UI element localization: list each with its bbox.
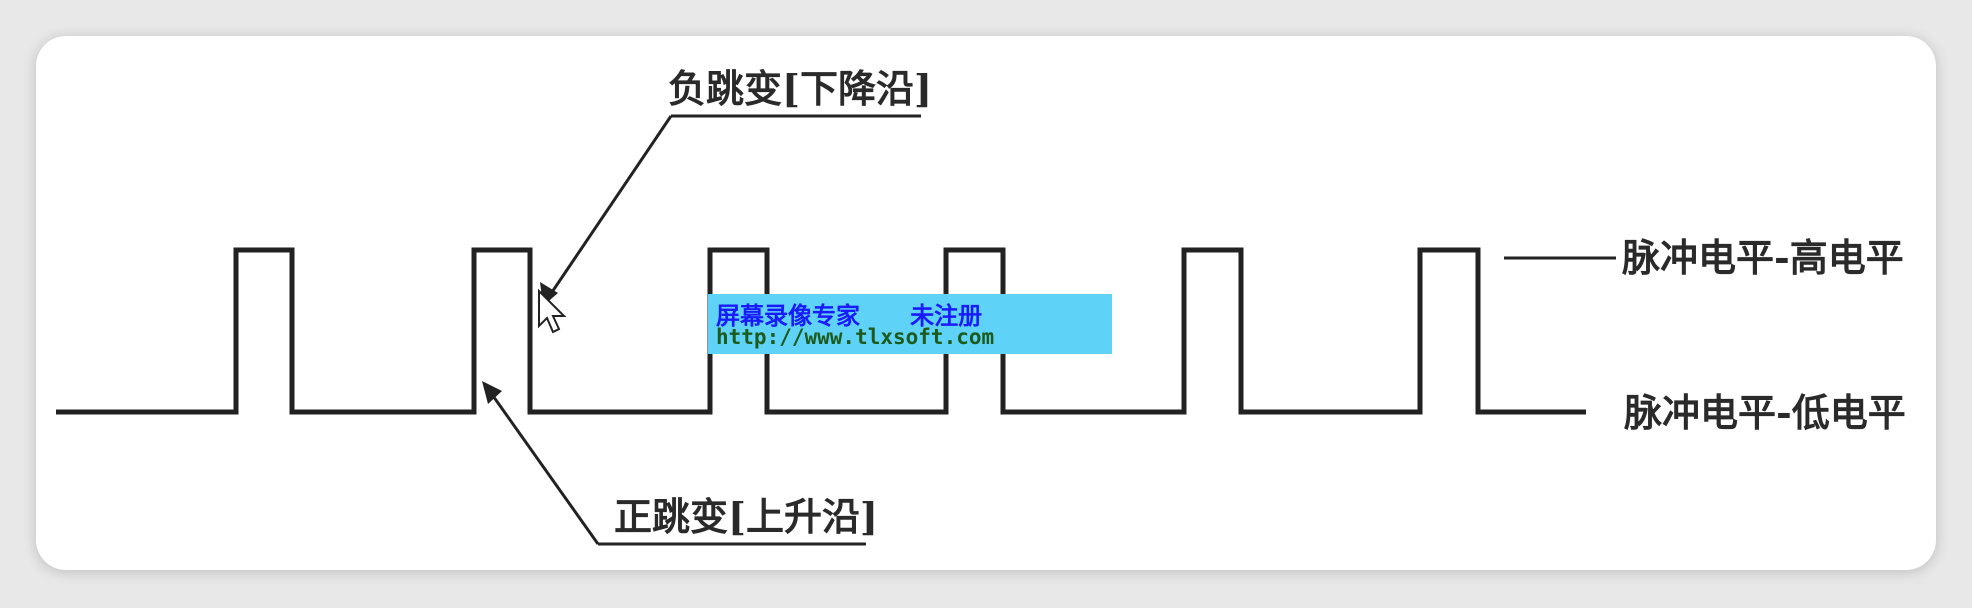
diagram-card: 负跳变[下降沿] 正跳变[上升沿] 脉冲电平-高电平 脉冲电平-低电平 屏幕录像… [36,36,1936,570]
watermark-url: http://www.tlxsoft.com [716,325,995,349]
rising-edge-label: 正跳变[上升沿] [614,494,878,539]
high-level-label: 脉冲电平-高电平 [1622,235,1904,280]
falling-edge-leader [546,115,673,299]
low-level-label: 脉冲电平-低电平 [1624,390,1906,435]
falling-edge-label: 负跳变[下降沿] [668,66,932,111]
rising-edge-arrowhead [482,381,502,404]
watermark-banner: 屏幕录像专家 未注册 http://www.tlxsoft.com [708,294,1112,354]
